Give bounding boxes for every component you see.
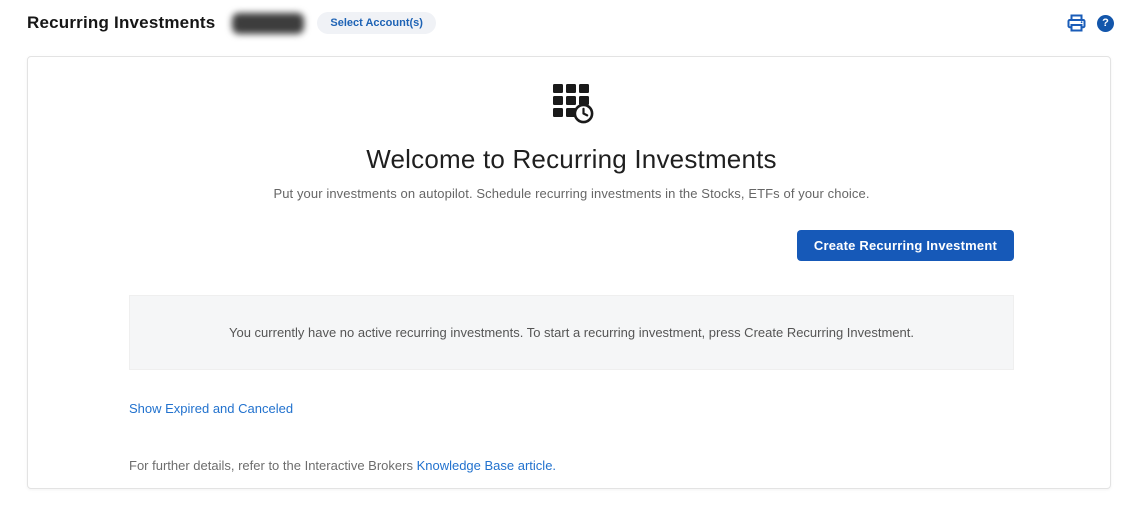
top-header-bar: Recurring Investments Select Account(s) … (0, 0, 1138, 38)
recurring-investments-card: Welcome to Recurring Investments Put you… (27, 56, 1111, 489)
knowledge-base-article-link[interactable]: Knowledge Base article. (417, 458, 556, 473)
recurring-schedule-grid-clock-icon (550, 82, 594, 124)
create-button-row: Create Recurring Investment (129, 230, 1014, 261)
notice-text: You currently have no active recurring i… (229, 325, 914, 340)
further-details-note: For further details, refer to the Intera… (129, 458, 1014, 473)
show-expired-and-canceled-link[interactable]: Show Expired and Canceled (129, 401, 293, 416)
header-actions: ? (1067, 14, 1114, 32)
hero-icon-container (129, 82, 1014, 124)
help-button[interactable]: ? (1097, 14, 1114, 32)
welcome-subtitle: Put your investments on autopilot. Sched… (273, 186, 870, 201)
page-title: Recurring Investments (27, 13, 216, 32)
further-details-text: For further details, refer to the Intera… (129, 458, 417, 473)
create-recurring-investment-button[interactable]: Create Recurring Investment (796, 230, 1014, 261)
printer-icon (1067, 14, 1086, 32)
question-mark-help-icon: ? (1097, 14, 1114, 32)
no-active-investments-notice: You currently have no active recurring i… (129, 295, 1014, 370)
select-accounts-button[interactable]: Select Account(s) (317, 12, 436, 34)
print-button[interactable] (1067, 14, 1086, 32)
redacted-account-badge (232, 12, 305, 34)
welcome-heading: Welcome to Recurring Investments (366, 144, 777, 174)
